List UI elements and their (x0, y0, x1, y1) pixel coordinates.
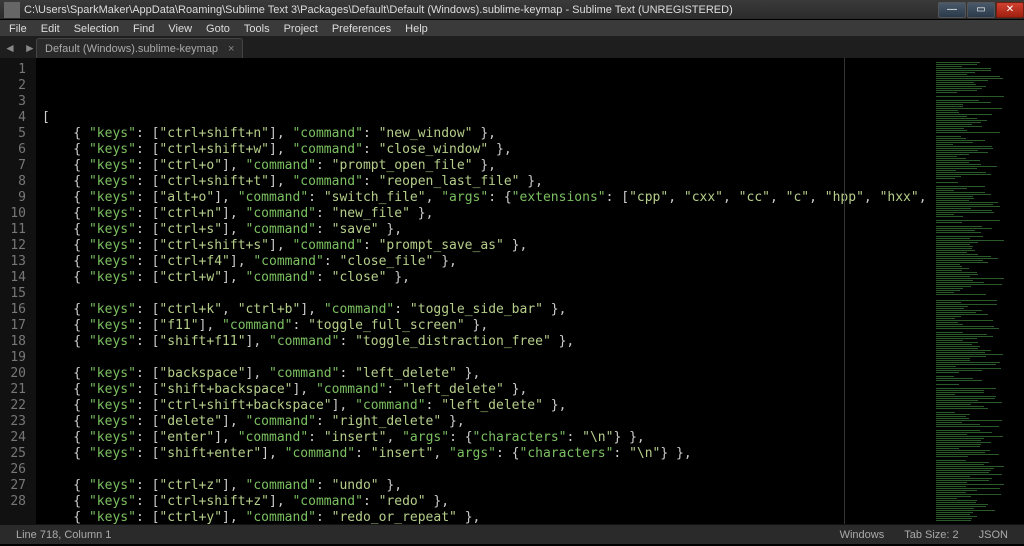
status-language[interactable]: JSON (969, 529, 1018, 541)
code-line: { "keys": ["backspace"], "command": "lef… (42, 366, 934, 382)
code-line: { "keys": ["ctrl+w"], "command": "close"… (42, 270, 934, 286)
statusbar: Line 718, Column 1 Windows Tab Size: 2 J… (0, 524, 1024, 544)
code-line: { "keys": ["ctrl+s"], "command": "save" … (42, 222, 934, 238)
code-area[interactable]: [ { "keys": ["ctrl+shift+n"], "command":… (36, 58, 934, 524)
nav-back-icon[interactable]: ◄ (0, 41, 20, 55)
code-line: { "keys": ["ctrl+shift+n"], "command": "… (42, 126, 934, 142)
minimap[interactable] (934, 58, 1024, 524)
code-line (42, 462, 934, 478)
tab-label: Default (Windows).sublime-keymap (45, 43, 218, 55)
code-line: [ (42, 110, 934, 126)
status-position[interactable]: Line 718, Column 1 (6, 529, 121, 541)
code-line: { "keys": ["delete"], "command": "right_… (42, 414, 934, 430)
menu-preferences[interactable]: Preferences (325, 22, 398, 36)
code-line: { "keys": ["ctrl+k", "ctrl+b"], "command… (42, 302, 934, 318)
code-line: { "keys": ["ctrl+z"], "command": "undo" … (42, 478, 934, 494)
code-line: { "keys": ["ctrl+f4"], "command": "close… (42, 254, 934, 270)
code-line: { "keys": ["ctrl+shift+backspace"], "com… (42, 398, 934, 414)
status-os[interactable]: Windows (830, 529, 895, 541)
titlebar[interactable]: C:\Users\SparkMaker\AppData\Roaming\Subl… (0, 0, 1024, 20)
editor: 1234567891011121314151617181920212223242… (0, 58, 1024, 524)
menu-help[interactable]: Help (398, 22, 435, 36)
close-button[interactable]: ✕ (996, 2, 1024, 18)
code-line (42, 350, 934, 366)
minimize-button[interactable]: — (938, 2, 966, 18)
code-line: { "keys": ["ctrl+n"], "command": "new_fi… (42, 206, 934, 222)
code-line: { "keys": ["ctrl+shift+t"], "command": "… (42, 174, 934, 190)
app-icon (4, 2, 20, 18)
code-line: { "keys": ["shift+backspace"], "command"… (42, 382, 934, 398)
code-line: { "keys": ["shift+enter"], "command": "i… (42, 446, 934, 462)
maximize-button[interactable]: ▭ (967, 2, 995, 18)
gutter: 1234567891011121314151617181920212223242… (0, 58, 36, 524)
menu-file[interactable]: File (2, 22, 34, 36)
code-line (42, 286, 934, 302)
ruler (844, 58, 845, 524)
code-line: { "keys": ["ctrl+y"], "command": "redo_o… (42, 510, 934, 524)
menu-tools[interactable]: Tools (237, 22, 277, 36)
code-line: { "keys": ["ctrl+shift+w"], "command": "… (42, 142, 934, 158)
code-line: { "keys": ["enter"], "command": "insert"… (42, 430, 934, 446)
code-line: { "keys": ["ctrl+shift+s"], "command": "… (42, 238, 934, 254)
code-line: { "keys": ["f11"], "command": "toggle_fu… (42, 318, 934, 334)
tab-close-icon[interactable]: × (228, 43, 234, 55)
code-line: { "keys": ["alt+o"], "command": "switch_… (42, 190, 934, 206)
menu-goto[interactable]: Goto (199, 22, 237, 36)
status-tabsize[interactable]: Tab Size: 2 (894, 529, 968, 541)
menu-find[interactable]: Find (126, 22, 161, 36)
tab-keymap[interactable]: Default (Windows).sublime-keymap × (36, 38, 243, 58)
code-line: { "keys": ["ctrl+shift+z"], "command": "… (42, 494, 934, 510)
code-line: { "keys": ["ctrl+o"], "command": "prompt… (42, 158, 934, 174)
tab-row: Default (Windows).sublime-keymap × (0, 36, 1024, 58)
menu-project[interactable]: Project (277, 22, 325, 36)
window-buttons: — ▭ ✕ (937, 2, 1024, 18)
code-line: { "keys": ["shift+f11"], "command": "tog… (42, 334, 934, 350)
window-title: C:\Users\SparkMaker\AppData\Roaming\Subl… (24, 4, 937, 16)
menu-edit[interactable]: Edit (34, 22, 67, 36)
menu-selection[interactable]: Selection (67, 22, 126, 36)
menu-view[interactable]: View (161, 22, 199, 36)
